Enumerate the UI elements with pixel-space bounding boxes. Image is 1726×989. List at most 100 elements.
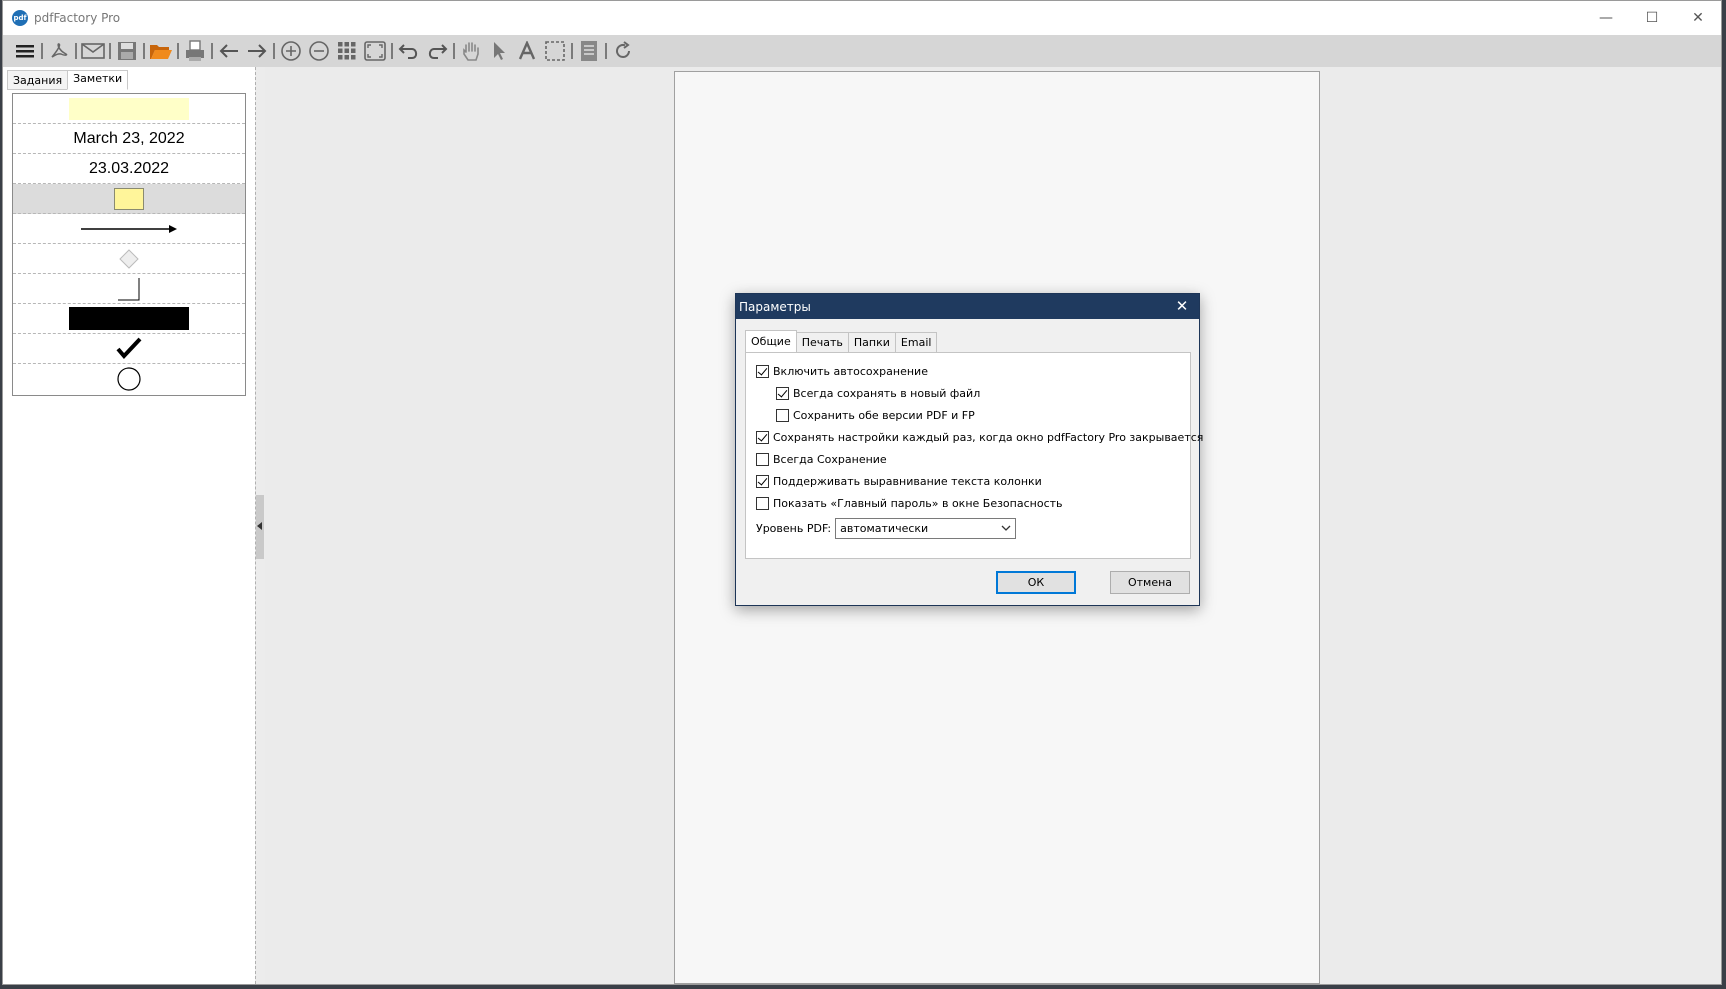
note-corner-line[interactable]	[13, 274, 245, 304]
toolbar-separator	[273, 43, 275, 59]
sticky-note-icon	[114, 187, 144, 210]
option-enable-autosave[interactable]: Включить автосохранение	[756, 365, 928, 378]
corner-line-icon	[118, 277, 140, 300]
note-highlight[interactable]	[13, 94, 245, 124]
dialog-close-button[interactable]: ✕	[1171, 296, 1193, 316]
note-diamond[interactable]	[13, 244, 245, 274]
checkmark-icon	[116, 337, 142, 359]
tab-print[interactable]: Печать	[795, 332, 849, 353]
black-rectangle-icon	[69, 307, 189, 330]
undo-icon[interactable]	[395, 37, 423, 65]
zoom-in-icon[interactable]	[277, 37, 305, 65]
circle-icon	[117, 367, 141, 391]
enable-autosave-checkbox[interactable]	[756, 365, 769, 378]
pdffactory-app-icon: pdf	[12, 10, 28, 26]
always-new-file-checkbox[interactable]	[776, 387, 789, 400]
close-window-button[interactable]: ✕	[1675, 1, 1721, 35]
pdf-level-value: автоматически	[840, 522, 929, 535]
dialog-title: Параметры	[739, 299, 811, 314]
show-master-password-checkbox[interactable]	[756, 497, 769, 510]
tab-email[interactable]: Email	[894, 332, 938, 353]
print-icon[interactable]	[181, 37, 209, 65]
panel-splitter[interactable]	[255, 67, 265, 984]
title-bar: pdf pdfFactory Pro — ☐ ✕	[3, 1, 1721, 35]
arrow-line-icon	[81, 224, 177, 233]
notes-list: March 23, 2022 23.03.2022	[12, 93, 246, 396]
email-icon[interactable]	[79, 37, 107, 65]
refresh-icon[interactable]	[609, 37, 637, 65]
tab-jobs[interactable]: Задания	[7, 70, 69, 90]
option-save-both-versions[interactable]: Сохранить обе версии PDF и FP	[776, 409, 975, 422]
option-label: Показать «Главный пароль» в окне Безопас…	[773, 497, 1063, 510]
maximize-button[interactable]: ☐	[1629, 1, 1675, 35]
sidebar-panel: Задания Заметки March 23, 2022 23.03.202…	[3, 67, 255, 984]
save-icon[interactable]	[113, 37, 141, 65]
redo-icon[interactable]	[423, 37, 451, 65]
tab-notes[interactable]: Заметки	[67, 70, 129, 90]
toolbar-separator	[143, 43, 145, 59]
option-label: Сохранять настройки каждый раз, когда ок…	[773, 431, 1204, 444]
zoom-out-icon[interactable]	[305, 37, 333, 65]
option-label: Сохранить обе версии PDF и FP	[793, 409, 975, 422]
option-always-save[interactable]: Всегда Сохранение	[756, 453, 887, 466]
open-folder-icon[interactable]	[147, 37, 175, 65]
note-text: 23.03.2022	[88, 159, 170, 177]
cancel-button[interactable]: Отмена	[1110, 571, 1190, 594]
toolbar-separator	[211, 43, 213, 59]
pointer-tool-icon[interactable]	[485, 37, 513, 65]
dialog-title-bar: Параметры ✕	[736, 294, 1199, 319]
tab-folders[interactable]: Папки	[847, 332, 896, 353]
text-tool-icon[interactable]	[513, 37, 541, 65]
option-label: Всегда Сохранение	[773, 453, 887, 466]
dialog-tabs: Общие Печать Папки Email	[745, 330, 938, 353]
chevron-down-icon	[1001, 525, 1011, 531]
selection-tool-icon[interactable]	[541, 37, 569, 65]
column-text-alignment-checkbox[interactable]	[756, 475, 769, 488]
pdf-level-select[interactable]: автоматически	[835, 518, 1017, 539]
notes-icon[interactable]	[575, 37, 603, 65]
vertical-scrollbar[interactable]	[1707, 67, 1721, 984]
toolbar-separator	[605, 43, 607, 59]
option-save-settings-on-close[interactable]: Сохранять настройки каждый раз, когда ок…	[756, 431, 1203, 444]
pdf-level-label: Уровень PDF:	[756, 522, 832, 535]
toolbar-separator	[391, 43, 393, 59]
always-save-checkbox[interactable]	[756, 453, 769, 466]
option-show-master-password[interactable]: Показать «Главный пароль» в окне Безопас…	[756, 497, 1063, 510]
hand-tool-icon[interactable]	[457, 37, 485, 65]
ok-button[interactable]: ОК	[996, 571, 1076, 594]
back-arrow-icon[interactable]	[215, 37, 243, 65]
option-label: Поддерживать выравнивание текста колонки	[773, 475, 1042, 488]
toolbar-separator	[177, 43, 179, 59]
diamond-icon	[119, 248, 139, 269]
note-circle[interactable]	[13, 364, 245, 394]
app-window: pdf pdfFactory Pro — ☐ ✕ Задания Заметки…	[2, 0, 1722, 985]
option-always-new-file[interactable]: Всегда сохранять в новый файл	[776, 387, 980, 400]
save-both-versions-checkbox[interactable]	[776, 409, 789, 422]
toolbar-separator	[109, 43, 111, 59]
fit-page-icon[interactable]	[361, 37, 389, 65]
toolbar-separator	[453, 43, 455, 59]
toolbar-separator	[75, 43, 77, 59]
note-date-short[interactable]: 23.03.2022	[13, 154, 245, 184]
option-column-text-alignment[interactable]: Поддерживать выравнивание текста колонки	[756, 475, 1042, 488]
acrobat-icon[interactable]	[45, 37, 73, 65]
minimize-button[interactable]: —	[1583, 1, 1629, 35]
note-date-long[interactable]: March 23, 2022	[13, 124, 245, 154]
thumbnails-grid-icon[interactable]	[333, 37, 361, 65]
option-label: Всегда сохранять в новый файл	[793, 387, 981, 400]
note-sticky[interactable]	[13, 184, 245, 214]
tab-general[interactable]: Общие	[745, 330, 797, 353]
collapse-panel-handle[interactable]	[256, 495, 264, 559]
forward-arrow-icon[interactable]	[243, 37, 271, 65]
note-arrow[interactable]	[13, 214, 245, 244]
main-toolbar	[3, 35, 1721, 67]
settings-dialog: Параметры ✕ Общие Печать Папки Email Вкл…	[735, 293, 1203, 606]
note-text: March 23, 2022	[73, 129, 185, 147]
save-settings-on-close-checkbox[interactable]	[756, 431, 769, 444]
window-title: pdfFactory Pro	[34, 11, 121, 25]
window-controls: — ☐ ✕	[1583, 1, 1721, 35]
option-label: Включить автосохранение	[773, 365, 928, 378]
menu-icon[interactable]	[11, 37, 39, 65]
note-black-rectangle[interactable]	[13, 304, 245, 334]
note-checkmark[interactable]	[13, 334, 245, 364]
